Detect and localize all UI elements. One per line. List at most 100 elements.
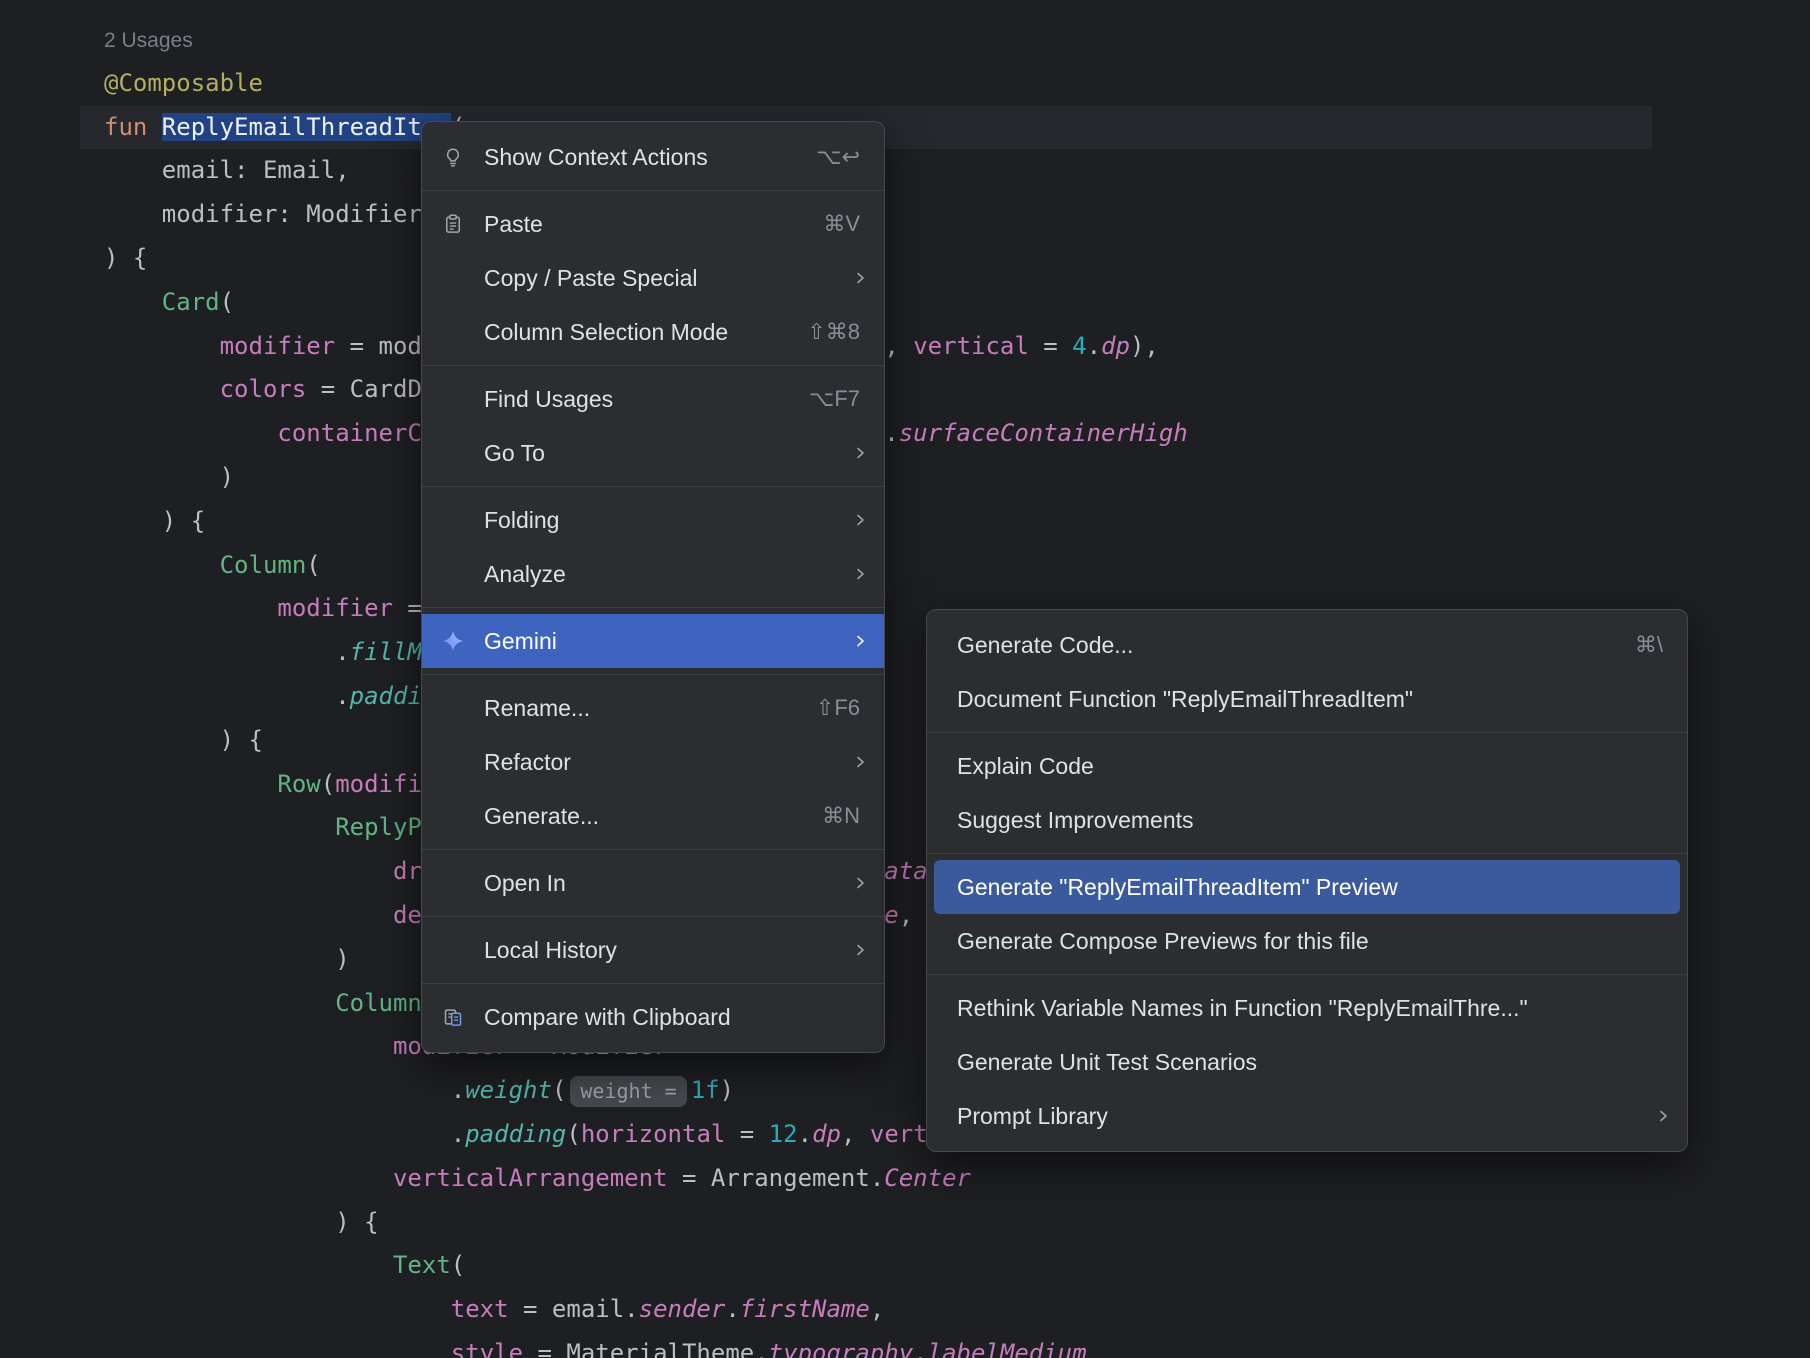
menu-item-column-selection-mode[interactable]: Column Selection Mode ⇧⌘8 — [422, 305, 884, 359]
code-token: Column — [335, 989, 422, 1017]
gemini-submenu: Generate Code... ⌘\ Document Function "Rep… — [926, 609, 1688, 1152]
menu-item-label: Prompt Library — [957, 1103, 1130, 1130]
code-token: ), — [1130, 332, 1159, 360]
menu-item-document-function[interactable]: Document Function "ReplyEmailThreadItem" — [927, 672, 1687, 726]
menu-item-local-history[interactable]: Local History — [422, 923, 884, 977]
code-token: modifier — [220, 332, 336, 360]
chevron-right-icon — [852, 445, 884, 461]
menu-item-go-to[interactable]: Go To — [422, 426, 884, 480]
code-token: Text — [393, 1251, 451, 1279]
menu-item-label: Gemini — [484, 628, 579, 655]
menu-item-generate-unit-test-scenarios[interactable]: Generate Unit Test Scenarios — [927, 1035, 1687, 1089]
editor-context-menu: Show Context Actions⌥↩ Paste⌘VCopy / Past… — [421, 121, 885, 1053]
menu-item-generate-compose-previews[interactable]: Generate Compose Previews for this file — [927, 914, 1687, 968]
menu-item-generate-code[interactable]: Generate Code... ⌘\ — [927, 618, 1687, 672]
code-token: 4 — [1072, 332, 1086, 360]
code-line: 2 Usages — [0, 18, 1810, 62]
code-token: . — [104, 682, 350, 710]
code-line: ) — [0, 456, 1810, 500]
code-token: = Arrangement. — [668, 1164, 885, 1192]
menu-item-label: Document Function "ReplyEmailThreadItem" — [957, 686, 1435, 713]
menu-item-shortcut: ⇧F6 — [790, 695, 884, 721]
menu-item-generate[interactable]: Generate...⌘N — [422, 789, 884, 843]
code-token: = — [725, 1120, 768, 1148]
menu-item-find-usages[interactable]: Find Usages⌥F7 — [422, 372, 884, 426]
code-token: ) — [104, 945, 350, 973]
code-token: . — [104, 638, 350, 666]
code-token: colors — [220, 375, 307, 403]
menu-item-paste[interactable]: Paste⌘V — [422, 197, 884, 251]
menu-item-label: Suggest Improvements — [957, 807, 1216, 834]
code-line: ) { — [0, 1201, 1810, 1245]
menu-item-label: Rethink Variable Names in Function "Repl… — [957, 995, 1550, 1022]
code-line: style = MaterialTheme.typography.labelMe… — [0, 1332, 1810, 1358]
code-token — [104, 989, 335, 1017]
code-token: Center — [884, 1164, 971, 1192]
usages-inlay-hint[interactable]: 2 Usages — [104, 29, 193, 52]
code-token: text — [451, 1295, 509, 1323]
menu-separator — [422, 607, 884, 608]
code-token: ( — [220, 288, 234, 316]
code-token: = email. — [509, 1295, 639, 1323]
menu-separator — [422, 486, 884, 487]
menu-item-label: Compare with Clipboard — [484, 1004, 753, 1031]
menu-item-suggest-improvements[interactable]: Suggest Improvements — [927, 793, 1687, 847]
code-token: labelMedium — [928, 1339, 1087, 1358]
code-token: surfaceContainerHigh — [899, 419, 1188, 447]
menu-item-gemini[interactable]: Gemini — [422, 614, 884, 668]
code-token: modifier — [277, 594, 393, 622]
menu-item-folding[interactable]: Folding — [422, 493, 884, 547]
code-token: ( — [451, 1251, 465, 1279]
code-token: ( — [566, 1120, 580, 1148]
menu-item-open-in[interactable]: Open In — [422, 856, 884, 910]
menu-item-label: Rename... — [484, 695, 612, 722]
inlay-hint-chip: weight = — [570, 1076, 686, 1107]
menu-item-refactor[interactable]: Refactor — [422, 735, 884, 789]
code-line: Column( — [0, 544, 1810, 588]
code-token: Row — [277, 770, 320, 798]
menu-item-explain-code[interactable]: Explain Code — [927, 739, 1687, 793]
menu-item-label: Column Selection Mode — [484, 319, 750, 346]
code-token: email: Email, — [104, 156, 350, 184]
code-token — [104, 419, 277, 447]
code-token: , — [870, 1295, 884, 1323]
code-token: ( — [306, 551, 320, 579]
menu-item-copy-paste-special[interactable]: Copy / Paste Special — [422, 251, 884, 305]
code-token: . — [104, 1076, 465, 1104]
menu-item-label: Generate Compose Previews for this file — [957, 928, 1391, 955]
menu-item-generate-preview[interactable]: Generate "ReplyEmailThreadItem" Preview — [934, 860, 1680, 914]
code-token: , — [884, 332, 913, 360]
menu-item-compare-with-clipboard[interactable]: Compare with Clipboard — [422, 990, 884, 1044]
chevron-right-icon — [852, 633, 884, 649]
code-token: ) { — [104, 1208, 379, 1236]
code-token — [104, 857, 393, 885]
code-line: verticalArrangement = Arrangement.Center — [0, 1157, 1810, 1201]
menu-separator — [422, 190, 884, 191]
menu-item-prompt-library[interactable]: Prompt Library — [927, 1089, 1687, 1143]
menu-item-label: Local History — [484, 937, 639, 964]
menu-item-shortcut: ⌥↩ — [790, 144, 884, 170]
menu-item-label: Generate Unit Test Scenarios — [957, 1049, 1279, 1076]
menu-item-shortcut: ⌘\ — [1609, 632, 1687, 658]
code-token: = MaterialTheme. — [523, 1339, 769, 1358]
code-token: 12 — [769, 1120, 798, 1148]
menu-item-shortcut: ⇧⌘8 — [781, 319, 884, 345]
menu-item-rename[interactable]: Rename... ⇧F6 — [422, 681, 884, 735]
code-token: fun — [104, 113, 162, 141]
menu-item-label: Generate Code... — [957, 632, 1155, 659]
menu-item-label: Analyze — [484, 561, 588, 588]
menu-item-rethink-variable-names[interactable]: Rethink Variable Names in Function "Repl… — [927, 981, 1687, 1035]
code-token: = — [1029, 332, 1072, 360]
code-token: , — [841, 1120, 870, 1148]
gemini-icon — [422, 630, 484, 652]
code-token — [104, 1251, 393, 1279]
menu-item-label: Go To — [484, 440, 567, 467]
code-token: ( — [552, 1076, 566, 1104]
code-token: . — [1087, 332, 1101, 360]
menu-item-analyze[interactable]: Analyze — [422, 547, 884, 601]
code-token — [104, 375, 220, 403]
menu-separator — [422, 983, 884, 984]
menu-item-show-context-actions[interactable]: Show Context Actions⌥↩ — [422, 130, 884, 184]
code-token — [104, 1032, 393, 1060]
code-token: verticalArrangement — [393, 1164, 668, 1192]
